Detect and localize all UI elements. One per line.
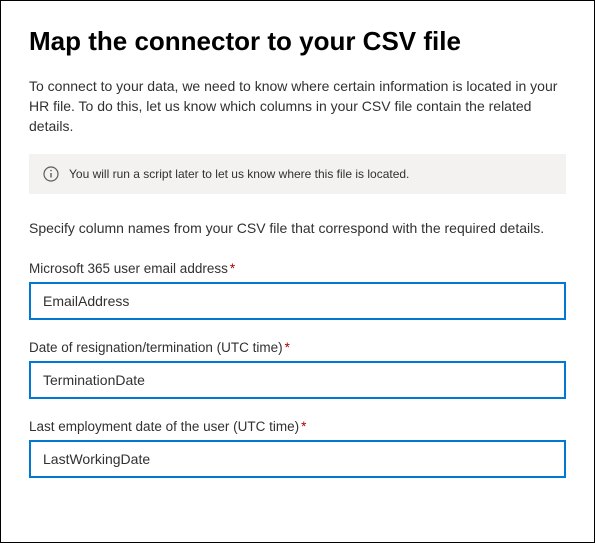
page-title: Map the connector to your CSV file	[29, 25, 566, 58]
required-indicator: *	[285, 340, 290, 355]
field-label: Last employment date of the user (UTC ti…	[29, 419, 566, 434]
field-last-working-date: Last employment date of the user (UTC ti…	[29, 419, 566, 478]
termination-date-input[interactable]	[29, 361, 566, 399]
field-label-text: Microsoft 365 user email address	[29, 261, 228, 276]
required-indicator: *	[301, 419, 306, 434]
field-termination-date: Date of resignation/termination (UTC tim…	[29, 340, 566, 399]
description-text: To connect to your data, we need to know…	[29, 76, 566, 137]
instruction-text: Specify column names from your CSV file …	[29, 218, 566, 238]
last-working-date-input[interactable]	[29, 440, 566, 478]
field-label-text: Last employment date of the user (UTC ti…	[29, 419, 299, 434]
info-banner: You will run a script later to let us kn…	[29, 154, 566, 194]
field-label-text: Date of resignation/termination (UTC tim…	[29, 340, 283, 355]
info-icon	[43, 166, 59, 182]
field-label: Microsoft 365 user email address*	[29, 261, 566, 276]
field-email-address: Microsoft 365 user email address*	[29, 261, 566, 320]
email-address-input[interactable]	[29, 282, 566, 320]
info-banner-text: You will run a script later to let us kn…	[69, 167, 409, 181]
required-indicator: *	[230, 261, 235, 276]
field-label: Date of resignation/termination (UTC tim…	[29, 340, 566, 355]
